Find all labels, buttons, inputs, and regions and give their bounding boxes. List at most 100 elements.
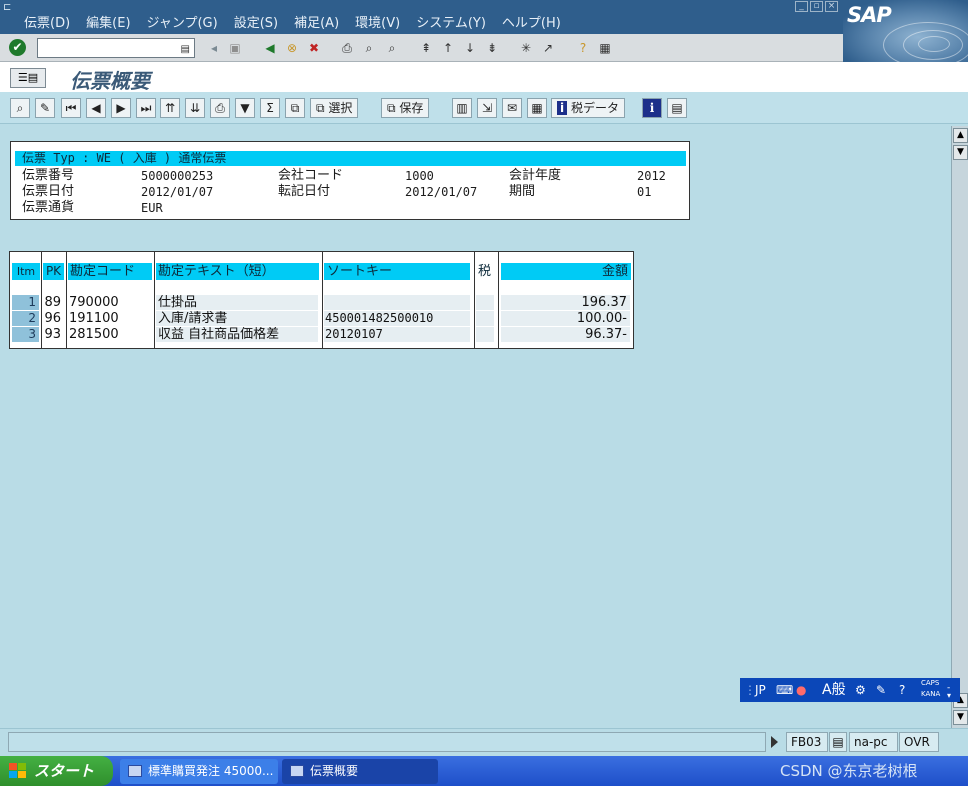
menu-environment[interactable]: 環境(V) [355,12,400,31]
print-icon[interactable]: ⎙ [338,39,356,57]
table-row-sort-key [324,295,470,310]
conversion-mode-icon[interactable]: ⚙ [855,682,866,698]
previous-item-icon[interactable]: ◀ [86,98,106,118]
menu-settings[interactable]: 設定(S) [234,12,278,31]
change-pencil-icon[interactable]: ✎ [35,98,55,118]
document-header-icon[interactable]: ▥ [452,98,472,118]
display-details-icon[interactable]: ⌕ [10,98,30,118]
column-divider [41,252,42,348]
table-row-account-text: 収益 自社商品価格差 [156,327,318,342]
last-page-icon[interactable]: ⇟ [483,39,501,57]
column-header-itm[interactable]: Itm [12,263,40,280]
screen-menu-icon[interactable]: ☰▤ [10,68,46,88]
tax-data-button[interactable]: i 税データ [551,98,625,118]
first-item-icon[interactable]: ⏮ [61,98,81,118]
menu-document[interactable]: 伝票(D) [24,12,70,31]
info-icon[interactable]: i [642,98,662,118]
table-row-itm[interactable]: 2 [12,311,39,326]
find-icon[interactable]: ⌕ [360,39,378,57]
scroll-up-icon[interactable]: ▲ [953,128,968,143]
save-layout-button[interactable]: ⧉ 保存 [381,98,430,118]
next-page-icon[interactable]: ↓ [461,39,479,57]
ime-help-icon[interactable]: ? [899,682,905,698]
save-disk-icon[interactable]: ▣ [226,39,244,57]
sap-logo-area: SAP [843,0,968,68]
ime-language-bar[interactable]: ⋮ JP ⌨ ● A般 ⚙ ✎ ? CAPS KANA ‐ ▾ [740,678,960,702]
back-arrow-small-icon[interactable]: ◂ [205,39,223,57]
column-header-pk[interactable]: PK [43,263,64,280]
table-row-account[interactable]: 790000 [68,295,150,310]
shortcut-icon[interactable]: ↗ [539,39,557,57]
new-session-icon[interactable]: ✳ [517,39,535,57]
menu-edit[interactable]: 編集(E) [86,12,130,31]
export-icon[interactable]: ⇲ [477,98,497,118]
column-header-tax[interactable]: 税 [476,263,496,280]
command-field[interactable]: ▤ [37,38,195,58]
calculator-icon[interactable]: ▦ [527,98,547,118]
print-preview-icon[interactable]: ⎙ [210,98,230,118]
subtotal-icon[interactable]: ⧉ [285,98,305,118]
currency-label: 伝票通貨 [22,200,75,215]
sap-window-icon [128,765,142,777]
enter-checkmark-icon[interactable]: ✔ [9,39,26,56]
menu-extras[interactable]: 補足(A) [294,12,339,31]
status-insert-mode[interactable]: OVR [899,732,939,752]
title-bar: ☰▤ 伝票概要 [0,62,968,93]
column-header-amount[interactable]: 金額 [501,263,631,280]
select-layout-button[interactable]: ⧉ 選択 [310,98,359,118]
previous-page-icon[interactable]: ↑ [439,39,457,57]
doc-number-label: 伝票番号 [22,168,75,183]
last-item-icon[interactable]: ⏭ [136,98,156,118]
sort-descending-icon[interactable]: ⇊ [185,98,205,118]
sap-window-icon [290,765,304,777]
ime-tools-icon[interactable]: ✎ [876,682,886,698]
table-row-sort-key: 450001482500010 [324,311,470,326]
menu-system[interactable]: システム(Y) [416,12,486,31]
find-next-icon[interactable]: ⌕ [383,39,401,57]
language-bar-options-icon[interactable]: ▾ [947,688,951,704]
vertical-scrollbar[interactable]: ▲ ▼ ▲ ▼ [951,126,968,728]
ime-pad-icon[interactable]: ● [796,682,806,698]
taskbar-window-label: 標準購買発注 45000... [148,764,274,778]
notes-icon[interactable]: ▤ [667,98,687,118]
taskbar-window-label: 伝票概要 [310,764,359,778]
status-toggle-icon[interactable] [771,736,778,748]
taskbar-window-purchase-order[interactable]: 標準購買発注 45000... [120,759,278,784]
menu-jump[interactable]: ジャンプ(G) [147,12,218,31]
status-bar: FB03 ▤ na-pc OVR [0,728,968,756]
menu-help[interactable]: ヘルプ(H) [502,12,561,31]
start-button[interactable]: スタート [0,756,113,786]
layout-menu-icon[interactable]: ▦ [596,39,614,57]
mail-icon[interactable]: ✉ [502,98,522,118]
total-sum-icon[interactable]: Σ [260,98,280,118]
filter-icon[interactable]: ▼ [235,98,255,118]
exit-icon[interactable]: ⊗ [283,39,301,57]
column-header-sort-key[interactable]: ソートキー [324,263,470,280]
table-row-itm[interactable]: 1 [12,295,39,310]
ime-language[interactable]: JP [755,682,766,698]
table-row-itm[interactable]: 3 [12,327,39,342]
input-mode[interactable]: A般 [822,682,846,698]
back-icon[interactable]: ◀ [261,39,279,57]
scroll-down-icon[interactable]: ▼ [953,710,968,725]
table-row-account[interactable]: 191100 [68,311,150,326]
keyboard-icon[interactable]: ⌨ [776,682,793,698]
restore-icon[interactable]: ▫ [810,1,823,12]
first-page-icon[interactable]: ⇞ [417,39,435,57]
system-info-icon[interactable]: ▤ [829,732,847,752]
minimize-icon[interactable]: _ [795,1,808,12]
column-header-account-text[interactable]: 勘定テキスト（短） [156,263,319,280]
doc-date-value: 2012/01/07 [141,185,214,199]
cancel-icon[interactable]: ✖ [305,39,323,57]
column-header-account[interactable]: 勘定コード [68,263,152,280]
table-row-account[interactable]: 281500 [68,327,150,342]
system-menu-icon[interactable]: ⊏ [3,2,15,13]
close-window-icon[interactable]: × [825,1,838,12]
command-history-icon[interactable]: ▤ [181,41,190,59]
sort-ascending-icon[interactable]: ⇈ [160,98,180,118]
tax-data-label: 税データ [570,101,619,115]
next-item-icon[interactable]: ▶ [111,98,131,118]
help-icon[interactable]: ? [574,39,592,57]
taskbar-window-doc-overview[interactable]: 伝票概要 [282,759,438,784]
scroll-page-down-icon[interactable]: ▼ [953,145,968,160]
